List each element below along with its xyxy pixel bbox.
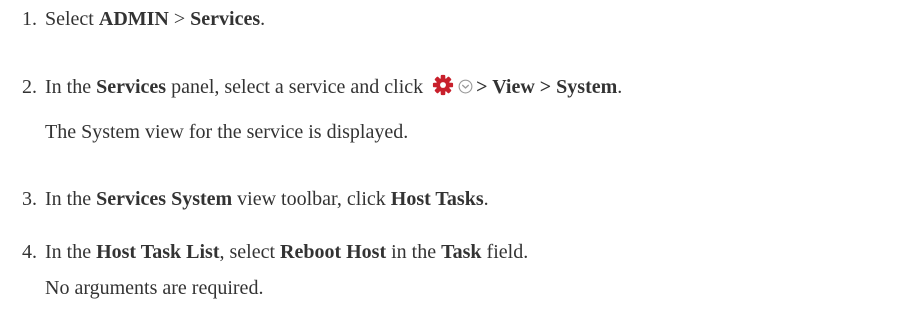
menu-services: Services bbox=[190, 8, 261, 30]
task-reboot-host: Reboot Host bbox=[280, 241, 387, 263]
step-1: 1. Select ADMIN > Services. bbox=[22, 7, 265, 31]
step-2-note: The System view for the service is displ… bbox=[45, 121, 409, 143]
view-services-system: Services System bbox=[96, 188, 233, 210]
step-text: > bbox=[168, 8, 191, 30]
step-number: 3. bbox=[22, 188, 37, 210]
step-text: field. bbox=[481, 241, 529, 263]
step-text: . bbox=[617, 76, 623, 98]
step-3: 3. In the Services System view toolbar, c… bbox=[22, 187, 489, 211]
procedure-steps: 1. Select ADMIN > Services. 2. In the Serv… bbox=[0, 0, 922, 315]
step-text: In the bbox=[45, 241, 97, 263]
panel-services: Services bbox=[96, 76, 167, 98]
step-number: 1. bbox=[22, 8, 37, 30]
step-text: . bbox=[260, 8, 266, 30]
field-task: Task bbox=[441, 241, 482, 263]
step-text: view toolbar, click bbox=[232, 188, 391, 210]
step-text: In the bbox=[45, 188, 97, 210]
gear-icon bbox=[433, 74, 454, 96]
step-number: 4. bbox=[22, 241, 37, 263]
step-text: . bbox=[483, 188, 489, 210]
step-4: 4. In the Host Task List, select Reboot H… bbox=[22, 240, 528, 264]
step-4-note: No arguments are required. bbox=[45, 277, 264, 299]
step-text: In the bbox=[45, 76, 97, 98]
chevron-down-circle-icon bbox=[458, 79, 473, 94]
menu-admin: ADMIN bbox=[98, 8, 169, 30]
step-text: panel, select a service and click bbox=[166, 76, 429, 98]
step-text: in the bbox=[386, 241, 442, 263]
step-text: Select bbox=[45, 8, 99, 30]
menu-view-system: > View > System bbox=[476, 76, 618, 98]
button-host-tasks: Host Tasks bbox=[390, 188, 484, 210]
step-number: 2. bbox=[22, 76, 37, 98]
step-2: 2. In the Services panel, select a servic… bbox=[22, 74, 622, 99]
host-task-list: Host Task List bbox=[96, 241, 220, 263]
step-text: , select bbox=[219, 241, 281, 263]
